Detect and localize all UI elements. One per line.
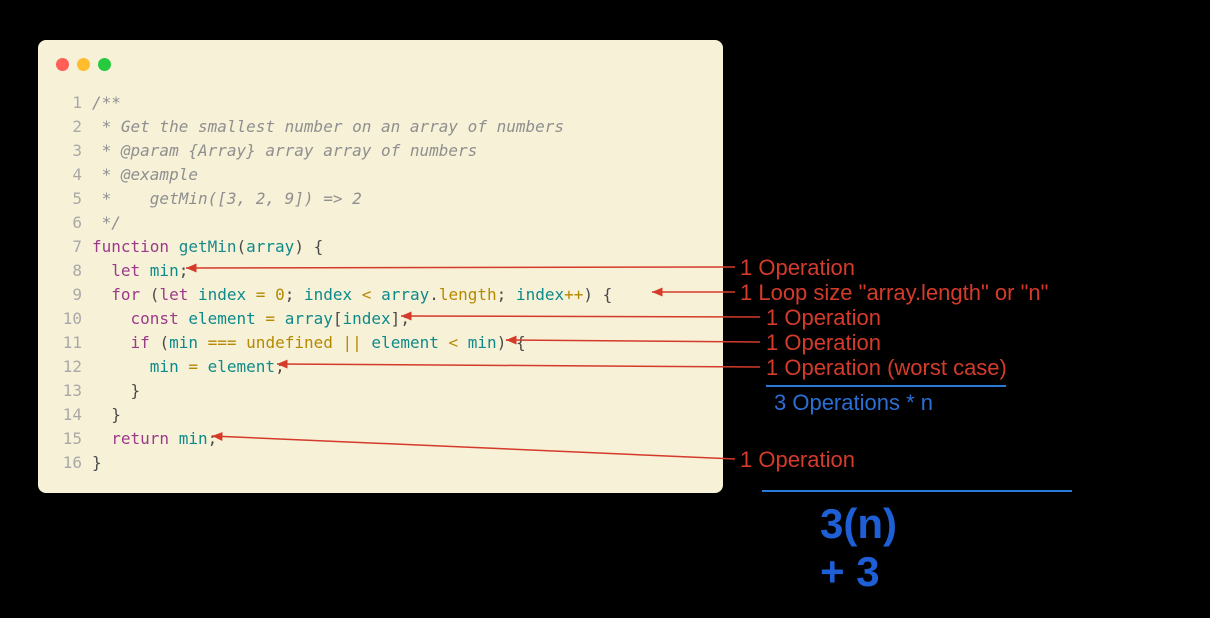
code-text: function getMin(array) { xyxy=(92,235,703,259)
code-text: */ xyxy=(92,211,703,235)
code-line: 8 let min; xyxy=(52,259,703,283)
line-number: 11 xyxy=(52,331,82,355)
line-number: 8 xyxy=(52,259,82,283)
separator-result xyxy=(762,490,1072,492)
annotation-line-15: 1 Operation xyxy=(740,447,855,473)
code-text: * getMin([3, 2, 9]) => 2 xyxy=(92,187,703,211)
code-line: 12 min = element; xyxy=(52,355,703,379)
line-number: 12 xyxy=(52,355,82,379)
code-line: 2 * Get the smallest number on an array … xyxy=(52,115,703,139)
line-number: 9 xyxy=(52,283,82,307)
code-text: return min; xyxy=(92,427,703,451)
code-text: * @param {Array} array array of numbers xyxy=(92,139,703,163)
line-number: 6 xyxy=(52,211,82,235)
zoom-icon[interactable] xyxy=(98,58,111,71)
code-line: 15 return min; xyxy=(52,427,703,451)
code-text: } xyxy=(92,451,703,475)
annotation-line-11: 1 Operation xyxy=(766,330,881,356)
code-line: 5 * getMin([3, 2, 9]) => 2 xyxy=(52,187,703,211)
code-text: } xyxy=(92,379,703,403)
annotation-line-9: 1 Loop size "array.length" or "n" xyxy=(740,280,1048,306)
code-line: 10 const element = array[index]; xyxy=(52,307,703,331)
annotation-inner-sum: 3 Operations * n xyxy=(774,390,933,416)
code-text: * @example xyxy=(92,163,703,187)
line-number: 2 xyxy=(52,115,82,139)
code-line: 16} xyxy=(52,451,703,475)
code-line: 3 * @param {Array} array array of number… xyxy=(52,139,703,163)
code-text: } xyxy=(92,403,703,427)
line-number: 15 xyxy=(52,427,82,451)
code-line: 14 } xyxy=(52,403,703,427)
code-line: 11 if (min === undefined || element < mi… xyxy=(52,331,703,355)
line-number: 10 xyxy=(52,307,82,331)
code-text: * Get the smallest number on an array of… xyxy=(92,115,703,139)
line-number: 4 xyxy=(52,163,82,187)
line-number: 7 xyxy=(52,235,82,259)
code-line: 9 for (let index = 0; index < array.leng… xyxy=(52,283,703,307)
close-icon[interactable] xyxy=(56,58,69,71)
annotation-line-8: 1 Operation xyxy=(740,255,855,281)
code-window: 1/**2 * Get the smallest number on an ar… xyxy=(38,40,723,493)
code-line: 4 * @example xyxy=(52,163,703,187)
code-text: for (let index = 0; index < array.length… xyxy=(92,283,703,307)
code-line: 13 } xyxy=(52,379,703,403)
code-line: 6 */ xyxy=(52,211,703,235)
annotation-line-10: 1 Operation xyxy=(766,305,881,331)
annotation-line-12: 1 Operation (worst case) xyxy=(766,355,1007,381)
minimize-icon[interactable] xyxy=(77,58,90,71)
code-text: if (min === undefined || element < min) … xyxy=(92,331,703,355)
code-text: min = element; xyxy=(92,355,703,379)
code-text: const element = array[index]; xyxy=(92,307,703,331)
code-text: let min; xyxy=(92,259,703,283)
line-number: 13 xyxy=(52,379,82,403)
code-text: /** xyxy=(92,91,703,115)
line-number: 3 xyxy=(52,139,82,163)
line-number: 5 xyxy=(52,187,82,211)
code-block: 1/**2 * Get the smallest number on an ar… xyxy=(38,91,723,475)
separator-inner xyxy=(766,385,1006,387)
window-titlebar xyxy=(38,58,723,91)
line-number: 16 xyxy=(52,451,82,475)
line-number: 1 xyxy=(52,91,82,115)
code-line: 1 /** xyxy=(52,91,703,115)
code-line: 7 function getMin(array) { xyxy=(52,235,703,259)
line-number: 14 xyxy=(52,403,82,427)
result-formula: 3(n) + 3 xyxy=(820,500,897,596)
